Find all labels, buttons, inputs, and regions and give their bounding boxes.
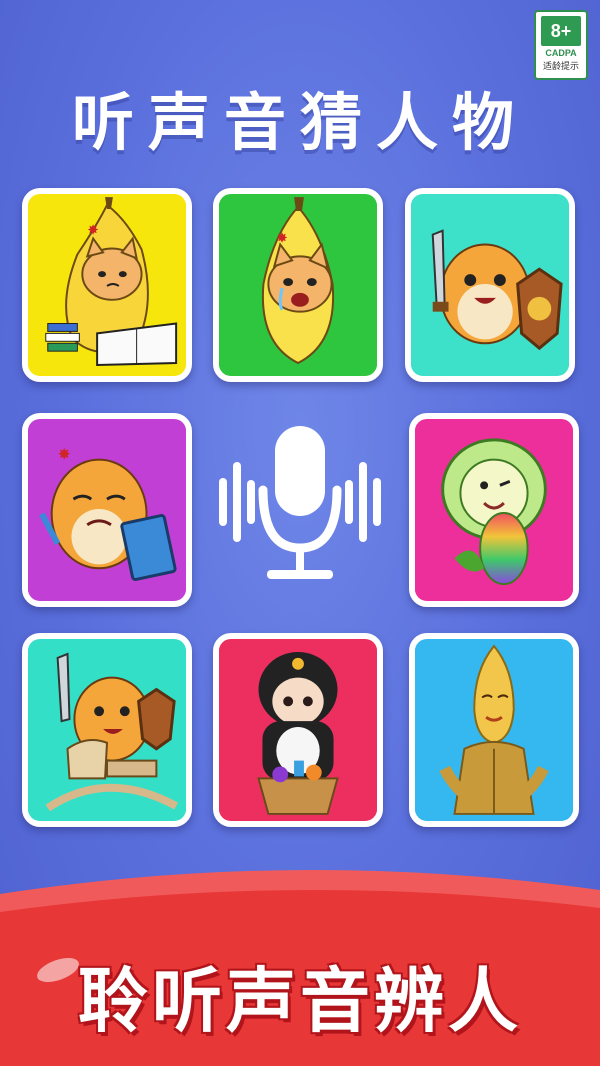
page-title: 听声音猜人物 (71, 86, 528, 159)
card-hamster-knight[interactable] (405, 188, 575, 382)
rating-org: CADPA (545, 48, 577, 58)
card-hamster-with-book[interactable]: ✸ (22, 413, 192, 607)
card-banana-cat-crying[interactable]: ✸ (213, 188, 383, 382)
rating-tip: 适龄提示 (542, 62, 579, 72)
banana-cat-icon: ✸ (219, 195, 377, 375)
hamster-icon: ✸ (28, 420, 186, 600)
card-banana-cat-studying[interactable]: ✸ (22, 188, 192, 382)
svg-text:✸: ✸ (87, 223, 99, 239)
banana-cat-icon: ✸ (28, 195, 186, 375)
age-rating: 8+ (541, 16, 581, 46)
cabbage-icon (415, 420, 573, 600)
hamster-icon (411, 195, 569, 375)
svg-text:✸: ✸ (58, 445, 71, 464)
card-penguin-girl[interactable] (213, 633, 383, 827)
microphone-icon (219, 426, 381, 579)
card-cabbage-baby[interactable] (409, 413, 579, 607)
svg-text:✸: ✸ (276, 231, 288, 247)
hamster-icon (28, 640, 186, 820)
card-hamster-rocking-horse[interactable] (22, 633, 192, 827)
slogan-text: 聆听声音辨人 (78, 960, 522, 1042)
banana-man-icon (415, 640, 573, 820)
girl-icon (219, 640, 377, 820)
card-golden-banana-man[interactable] (409, 633, 579, 827)
age-rating-badge: 8+ CADPA 适龄提示 (534, 10, 588, 80)
